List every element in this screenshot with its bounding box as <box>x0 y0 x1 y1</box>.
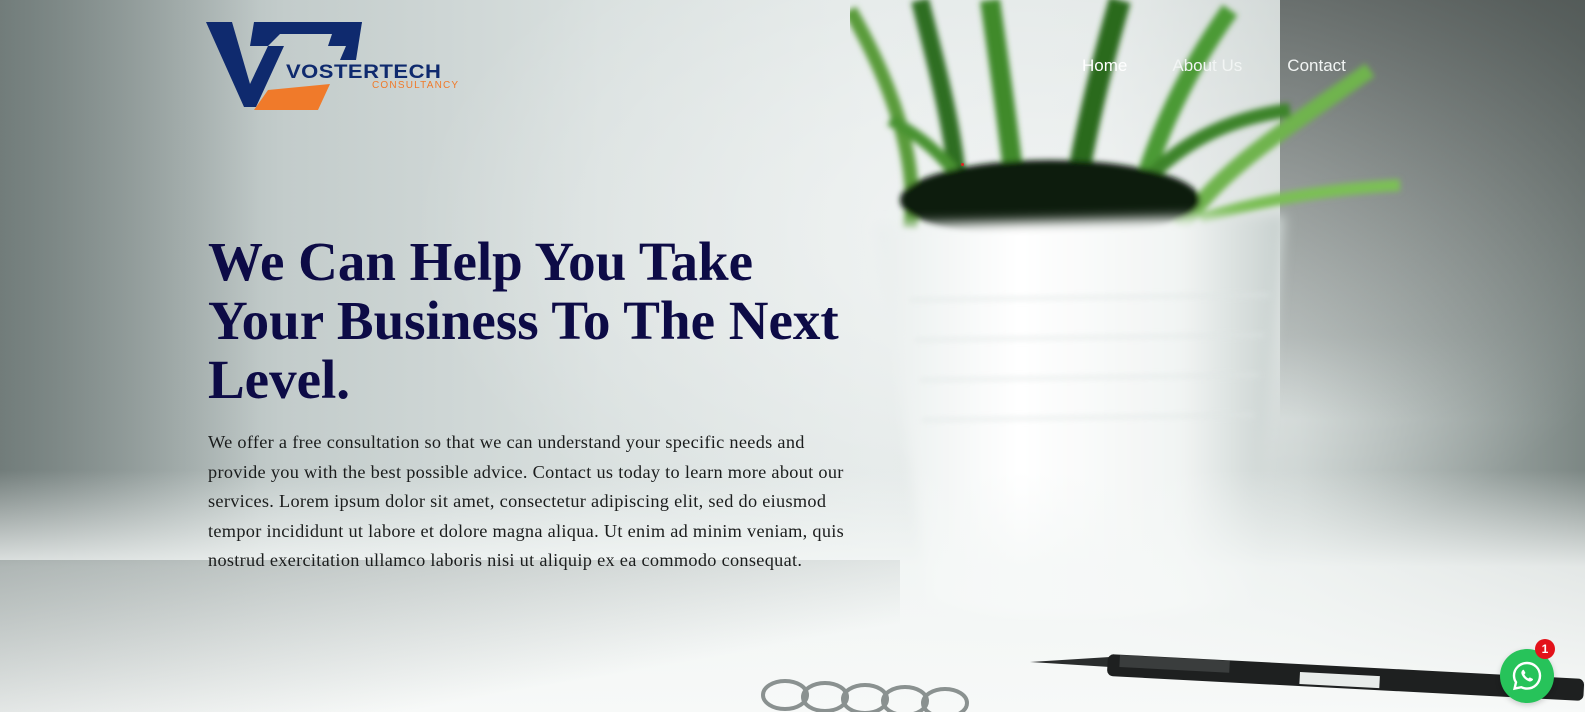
hero-headline: We Can Help You Take Your Business To Th… <box>208 231 839 410</box>
desk-items-image <box>761 654 1585 712</box>
hero-description: We offer a free consultation so that we … <box>208 432 845 571</box>
whatsapp-icon <box>1512 661 1542 691</box>
decorative-dot <box>961 163 964 166</box>
main-nav: Home About Us Contact <box>1082 56 1391 76</box>
nav-contact-link[interactable]: Contact <box>1287 56 1346 76</box>
brand-tagline: CONSULTANCY <box>372 80 460 91</box>
nav-about-link[interactable]: About Us <box>1172 56 1242 76</box>
notification-badge: 1 <box>1535 639 1555 659</box>
brand-logo[interactable]: VOSTERTECH CONSULTANCY <box>206 20 466 114</box>
nav-home-link[interactable]: Home <box>1082 56 1127 76</box>
